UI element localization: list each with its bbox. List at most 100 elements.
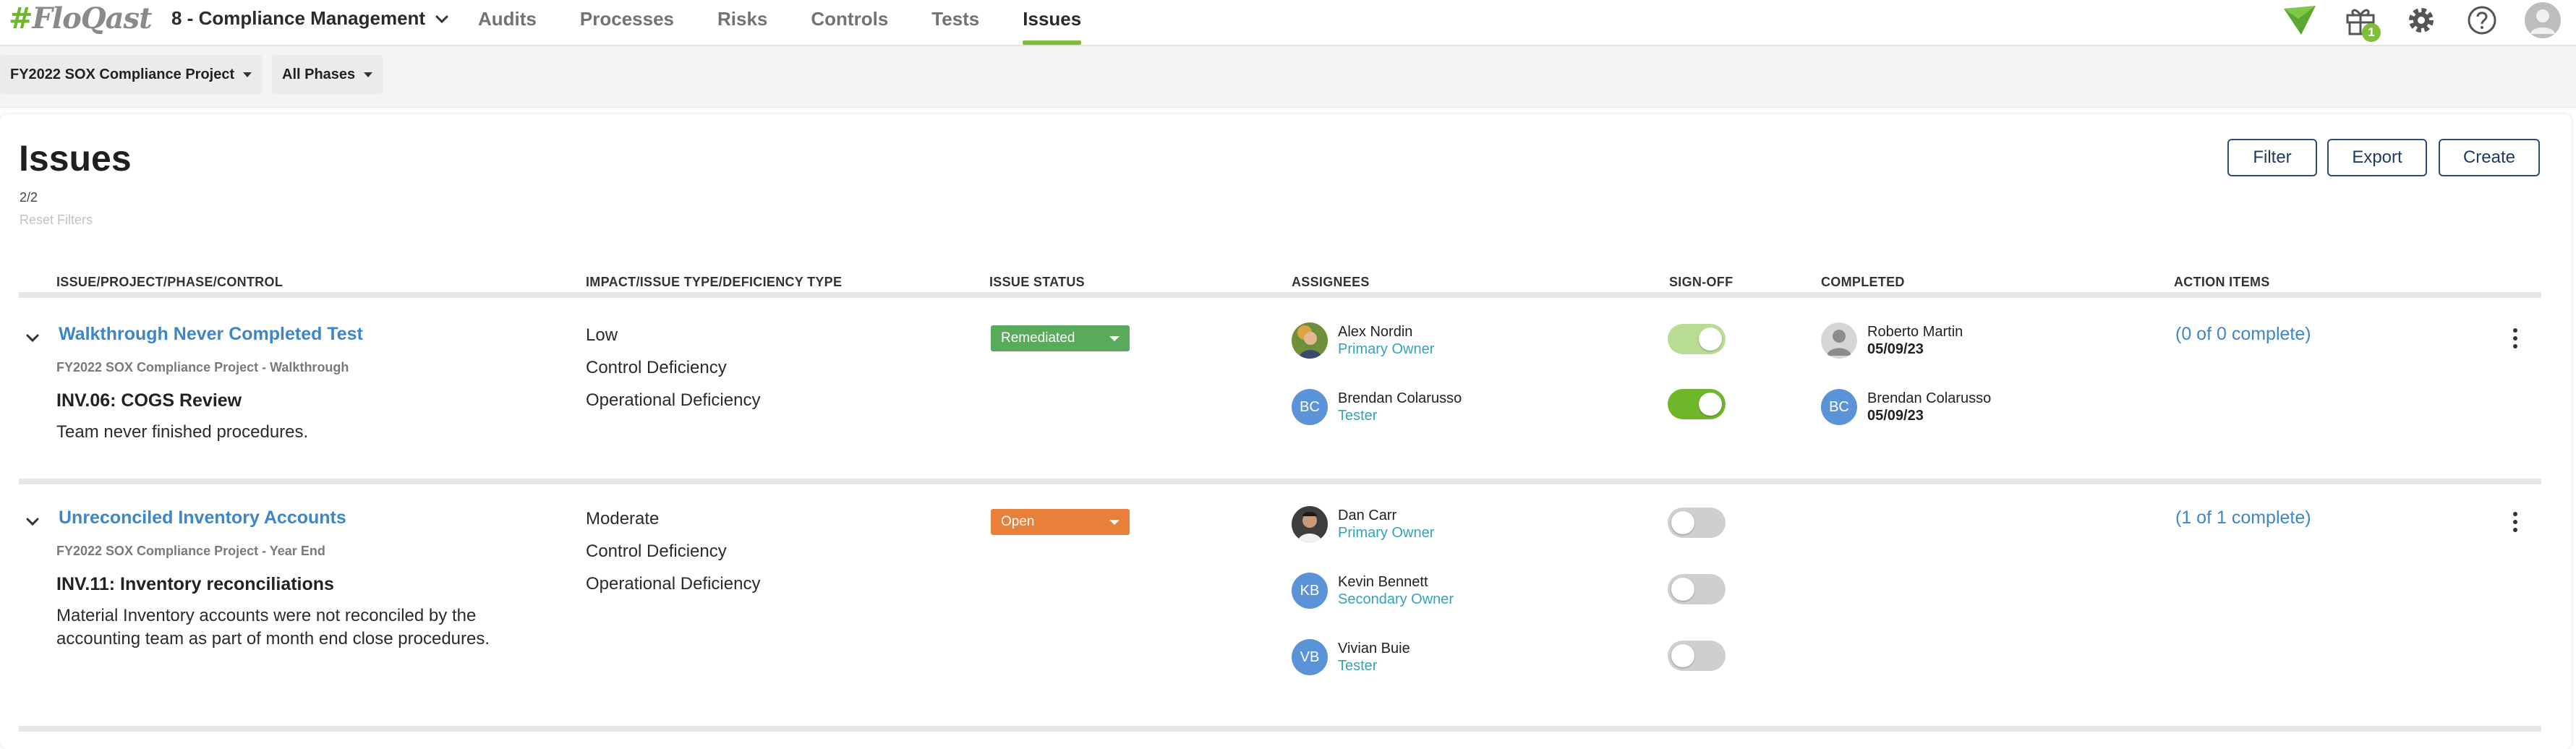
gift-badge: 1 (2362, 23, 2381, 42)
issue-impact: Low (586, 325, 618, 345)
completed-date: 05/09/23 (1867, 341, 1924, 357)
assignee-name: Kevin Bennett (1338, 574, 1428, 590)
issue-description: Team never finished procedures. (56, 422, 309, 442)
project-dropdown[interactable]: FY2022 SOX Compliance Project (0, 55, 263, 94)
toggle-knob (1671, 578, 1694, 601)
assignee-name: Vivian Buie (1338, 641, 1410, 656)
toggle-knob (1671, 511, 1694, 534)
completed-by-name: Brendan Colarusso (1867, 390, 1992, 406)
help-icon[interactable] (2463, 1, 2501, 39)
toggle-knob (1671, 644, 1694, 667)
row-collapse-toggle[interactable] (22, 510, 43, 532)
avatar (1292, 322, 1328, 359)
deficiency-type: Operational Deficiency (586, 574, 761, 594)
more-options-icon[interactable] (2508, 324, 2522, 353)
caret-down-icon (1109, 336, 1119, 341)
project-dropdown-label: FY2022 SOX Compliance Project (10, 66, 235, 82)
module-switcher[interactable]: 8 - Compliance Management (171, 7, 450, 30)
caret-down-icon (243, 72, 252, 77)
issues-card: Issues 2/2 Reset Filters Filter Export C… (0, 114, 2572, 749)
floqast-logo[interactable]: #FloQast (9, 1, 153, 35)
issue-status-label: Open (1001, 514, 1035, 529)
issue-status-label: Remediated (1001, 330, 1075, 346)
avatar: VB (1292, 639, 1328, 675)
reset-filters-link[interactable]: Reset Filters (20, 213, 93, 228)
issue-control: INV.06: COGS Review (56, 390, 242, 411)
avatar: KB (1292, 573, 1328, 609)
nav-tabs: Audits Processes Risks Controls Tests Is… (478, 0, 1125, 45)
action-items-link[interactable]: (1 of 1 complete) (2175, 508, 2311, 528)
assignee-role: Tester (1338, 658, 1378, 674)
tab-processes[interactable]: Processes (580, 0, 674, 45)
assignee-role: Primary Owner (1338, 341, 1435, 357)
avatar: BC (1292, 389, 1328, 425)
avatar (1821, 322, 1857, 359)
signoff-toggle[interactable] (1668, 324, 1726, 354)
table-divider (19, 292, 2541, 298)
avatar (1292, 506, 1328, 542)
nav-icons: 1 (2281, 1, 2562, 42)
toggle-knob (1699, 393, 1722, 416)
user-avatar-icon[interactable] (2524, 1, 2562, 39)
issue-title-link[interactable]: Walkthrough Never Completed Test (59, 324, 363, 345)
issue-description: Material Inventory accounts were not rec… (56, 606, 490, 649)
column-header-issue: ISSUE/PROJECT/PHASE/CONTROL (56, 275, 283, 289)
gift-icon[interactable]: 1 (2342, 1, 2381, 42)
tab-issues[interactable]: Issues (1023, 0, 1081, 45)
caret-down-icon (364, 72, 373, 77)
caret-down-icon (1109, 520, 1119, 525)
gear-icon[interactable] (2402, 1, 2440, 39)
issue-title-link[interactable]: Unreconciled Inventory Accounts (59, 508, 346, 528)
signoff-toggle[interactable] (1668, 641, 1726, 671)
issue-type: Control Deficiency (586, 542, 727, 561)
more-options-icon[interactable] (2508, 508, 2522, 536)
issue-control: INV.11: Inventory reconciliations (56, 574, 334, 594)
chevron-down-icon (26, 334, 39, 343)
completed-by-name: Roberto Martin (1867, 324, 1963, 340)
assignee-name: Brendan Colarusso (1338, 390, 1462, 406)
table-divider (19, 726, 2541, 732)
issue-status-dropdown[interactable]: Remediated (991, 325, 1130, 351)
issue-type: Control Deficiency (586, 358, 727, 377)
deficiency-type: Operational Deficiency (586, 390, 761, 410)
assignee-name: Alex Nordin (1338, 324, 1413, 340)
result-count: 2/2 (20, 190, 38, 205)
tab-tests[interactable]: Tests (931, 0, 979, 45)
chevron-down-icon (435, 15, 448, 23)
filter-bar: FY2022 SOX Compliance Project All Phases (0, 46, 2576, 108)
issue-project-phase: FY2022 SOX Compliance Project - Year End (56, 544, 325, 558)
phase-dropdown[interactable]: All Phases (272, 55, 383, 94)
column-header-action-items: ACTION ITEMS (2174, 275, 2270, 289)
chevron-down-icon (26, 518, 39, 526)
avatar: BC (1821, 389, 1857, 425)
phase-dropdown-label: All Phases (282, 66, 356, 82)
column-header-completed: COMPLETED (1821, 275, 1905, 289)
assignee-role: Tester (1338, 408, 1378, 424)
toggle-knob (1699, 328, 1722, 351)
filter-button[interactable]: Filter (2227, 139, 2317, 176)
page-title: Issues (19, 138, 132, 179)
tab-audits[interactable]: Audits (478, 0, 537, 45)
signoff-toggle[interactable] (1668, 574, 1726, 604)
module-name: 8 - Compliance Management (171, 7, 426, 29)
issue-status-dropdown[interactable]: Open (991, 509, 1130, 535)
top-nav: #FloQast 8 - Compliance Management Audit… (0, 0, 2576, 46)
action-items-link[interactable]: (0 of 0 complete) (2175, 324, 2311, 345)
floqast-check-icon[interactable] (2281, 1, 2319, 39)
column-header-status: ISSUE STATUS (989, 275, 1085, 289)
column-header-signoff: SIGN-OFF (1669, 275, 1733, 289)
row-collapse-toggle[interactable] (22, 327, 43, 348)
signoff-toggle[interactable] (1668, 508, 1726, 538)
tab-controls[interactable]: Controls (811, 0, 888, 45)
issue-project-phase: FY2022 SOX Compliance Project - Walkthro… (56, 360, 349, 374)
column-header-assignees: ASSIGNEES (1292, 275, 1370, 289)
signoff-toggle[interactable] (1668, 389, 1726, 419)
assignee-role: Primary Owner (1338, 525, 1435, 541)
assignee-role: Secondary Owner (1338, 591, 1454, 607)
completed-date: 05/09/23 (1867, 408, 1924, 424)
export-button[interactable]: Export (2327, 139, 2427, 176)
assignee-name: Dan Carr (1338, 508, 1397, 523)
column-header-impact: IMPACT/ISSUE TYPE/DEFICIENCY TYPE (586, 275, 843, 289)
create-button[interactable]: Create (2439, 139, 2540, 176)
tab-risks[interactable]: Risks (717, 0, 767, 45)
